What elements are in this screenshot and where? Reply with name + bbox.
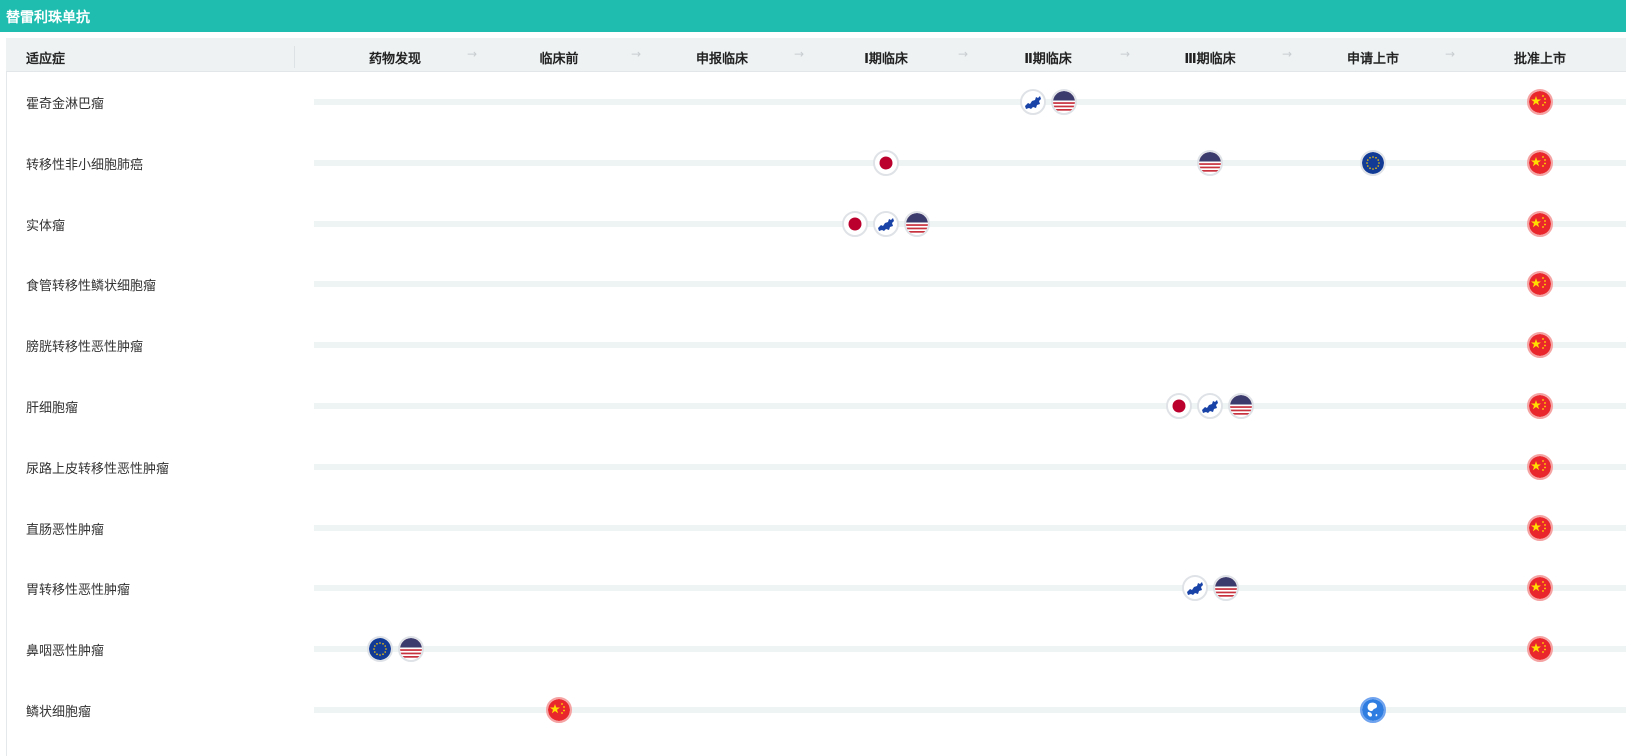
cn-flag-icon[interactable]	[1527, 393, 1553, 419]
indication-label: 鳞状细胞瘤	[26, 705, 92, 720]
indication-header: 适应症	[26, 52, 66, 67]
europe-map-flag-icon[interactable]	[1181, 575, 1208, 602]
stage-header: 临床前	[539, 52, 579, 67]
indication-label: 膀胱转移性恶性肿瘤	[26, 340, 144, 356]
progress-track	[314, 159, 1626, 166]
indication-label: 霍奇金淋巴瘤	[26, 97, 105, 112]
progress-track	[314, 524, 1626, 531]
indication-label: 鼻咽恶性肿瘤	[26, 644, 105, 660]
table-header: 适应症 药物发现 → 临床前 → 申报临床 → Ⅰ期临床 → Ⅱ期临床 → Ⅲ期临床 → 申请上市 → 批准…	[6, 38, 1626, 72]
drug-title: 替雷利珠单抗	[6, 10, 90, 26]
progress-track	[314, 463, 1626, 470]
cn-flag-icon[interactable]	[1527, 210, 1553, 237]
arrow-icon: →	[631, 47, 642, 61]
arrow-icon: →	[958, 47, 969, 61]
progress-track	[314, 403, 1626, 409]
indication-label: 直肠恶性肿瘤	[26, 522, 105, 538]
us-flag-icon[interactable]	[1228, 393, 1254, 419]
cn-flag-icon[interactable]	[1527, 332, 1553, 359]
indication-label: 转移性非小细胞肺癌	[26, 157, 144, 173]
cn-flag-icon[interactable]	[1527, 514, 1553, 541]
progress-track	[314, 99, 1626, 105]
progress-track	[314, 646, 1626, 653]
stage-header: 药物发现	[368, 52, 422, 67]
eu-flag-icon[interactable]	[366, 636, 393, 663]
indication-label: 实体瘤	[26, 218, 66, 234]
stage-header: 申报临床	[695, 52, 749, 67]
us-flag-icon[interactable]	[904, 210, 930, 237]
us-flag-icon[interactable]	[1197, 149, 1223, 176]
jp-flag-icon[interactable]	[1166, 393, 1192, 419]
eu-flag-icon[interactable]	[1360, 149, 1386, 176]
progress-track	[314, 281, 1626, 288]
stage-header: Ⅲ期临床	[1184, 52, 1236, 67]
stage-header: 申请上市	[1346, 52, 1400, 67]
cn-flag-icon[interactable]	[546, 697, 572, 723]
indication-label: 肝细胞瘤	[26, 401, 79, 416]
arrow-icon: →	[794, 47, 805, 61]
jp-flag-icon[interactable]	[873, 149, 899, 176]
global-flag-icon[interactable]	[1360, 697, 1386, 723]
arrow-icon: →	[1282, 47, 1293, 61]
stage-header: Ⅱ期临床	[1024, 52, 1072, 67]
europe-map-flag-icon[interactable]	[1197, 393, 1223, 419]
progress-track	[314, 707, 1626, 713]
indication-label: 胃转移性恶性肿瘤	[26, 583, 131, 599]
cn-flag-icon[interactable]	[1527, 636, 1553, 663]
arrow-icon: →	[467, 47, 478, 61]
progress-track	[314, 220, 1626, 227]
cn-flag-icon[interactable]	[1527, 453, 1553, 480]
cn-flag-icon[interactable]	[1527, 89, 1553, 115]
arrow-icon: →	[1120, 47, 1131, 61]
stage-header: 批准上市	[1513, 52, 1567, 67]
us-flag-icon[interactable]	[397, 636, 424, 663]
jp-flag-icon[interactable]	[842, 210, 868, 237]
europe-map-flag-icon[interactable]	[873, 210, 899, 237]
indication-label: 食管转移性鳞状细胞瘤	[26, 279, 157, 295]
title-bar: 替雷利珠单抗	[0, 0, 1626, 32]
stage-header: Ⅰ期临床	[864, 52, 908, 67]
us-flag-icon[interactable]	[1212, 575, 1239, 602]
progress-track	[314, 585, 1626, 592]
arrow-icon: →	[1445, 47, 1456, 61]
progress-track	[314, 342, 1626, 349]
us-flag-icon[interactable]	[1050, 89, 1077, 115]
indication-label: 尿路上皮转移性恶性肿瘤	[26, 461, 170, 477]
header-divider	[294, 46, 295, 68]
cn-flag-icon[interactable]	[1527, 149, 1553, 176]
europe-map-flag-icon[interactable]	[1019, 89, 1046, 115]
